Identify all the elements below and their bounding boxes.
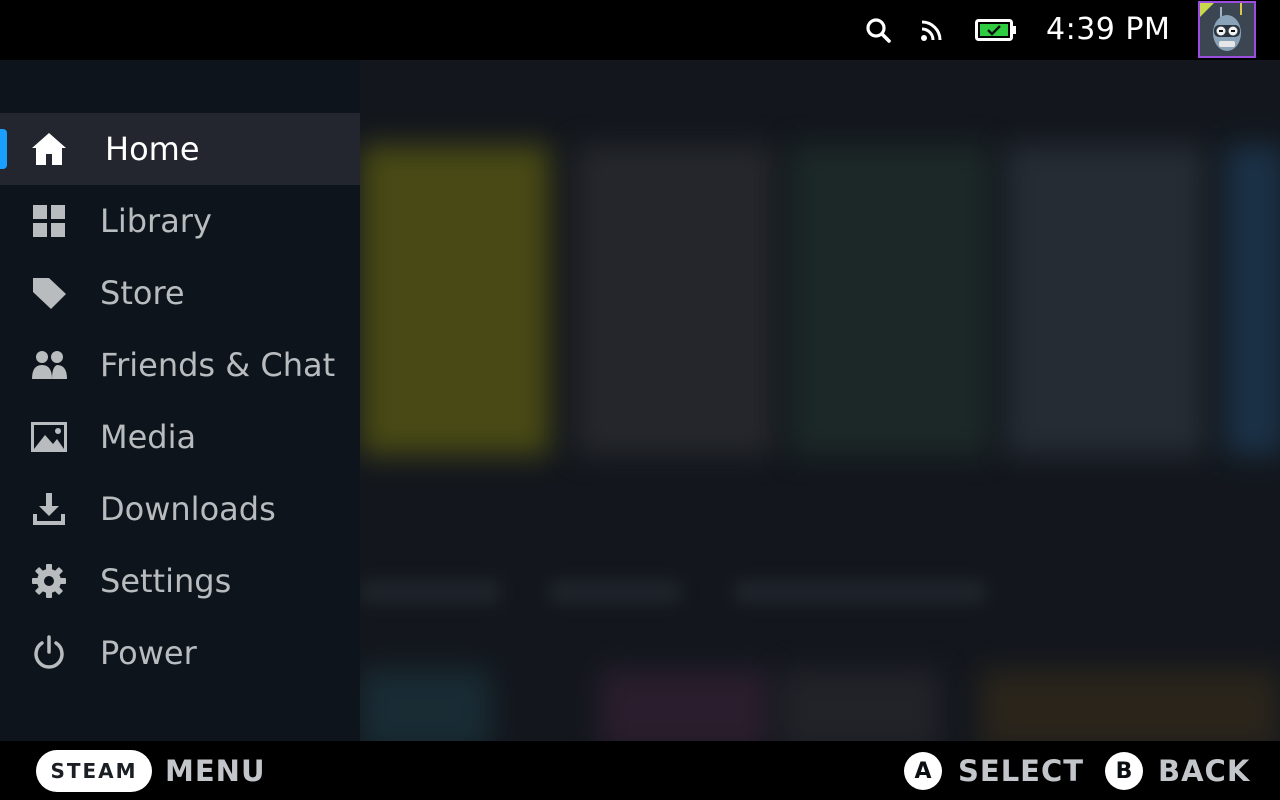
back-hint-label: BACK bbox=[1158, 754, 1251, 788]
a-button-icon[interactable]: A bbox=[904, 752, 942, 790]
menu-item-power[interactable]: Power bbox=[0, 617, 360, 689]
shelf-tab bbox=[360, 580, 500, 604]
cast-icon bbox=[916, 14, 948, 46]
shelf-card bbox=[600, 670, 770, 741]
menu-item-label: Power bbox=[100, 634, 197, 672]
menu-hint-label: MENU bbox=[165, 754, 266, 788]
button-hint-bar: STEAM MENU A SELECT B BACK bbox=[0, 741, 1280, 800]
steam-button[interactable]: STEAM bbox=[36, 750, 152, 792]
b-button-icon[interactable]: B bbox=[1105, 752, 1143, 790]
battery-charging-icon bbox=[974, 14, 1018, 46]
menu-item-label: Downloads bbox=[100, 490, 276, 528]
tag-icon bbox=[30, 275, 68, 311]
shelf-tab bbox=[735, 580, 985, 604]
search-icon[interactable] bbox=[862, 14, 894, 46]
home-icon bbox=[30, 131, 68, 167]
menu-item-store[interactable]: Store bbox=[0, 257, 360, 329]
gear-icon bbox=[30, 563, 68, 599]
menu-item-media[interactable]: Media bbox=[0, 401, 360, 473]
menu-item-friends-chat[interactable]: Friends & Chat bbox=[0, 329, 360, 401]
clock: 4:39 PM bbox=[1046, 12, 1171, 47]
friends-icon bbox=[30, 347, 68, 383]
main-menu-sidebar: Home Library Store Friends & Chat Media … bbox=[0, 60, 360, 741]
library-grid-icon bbox=[30, 203, 68, 239]
game-card bbox=[1225, 145, 1280, 455]
shelf-card bbox=[780, 670, 940, 741]
menu-item-label: Media bbox=[100, 418, 197, 456]
shelf-tab bbox=[550, 580, 680, 604]
menu-item-settings[interactable]: Settings bbox=[0, 545, 360, 617]
select-hint-label: SELECT bbox=[958, 754, 1085, 788]
image-icon bbox=[30, 419, 68, 455]
menu-item-label: Friends & Chat bbox=[100, 346, 336, 384]
menu-item-label: Home bbox=[105, 130, 200, 168]
menu-item-home[interactable]: Home bbox=[0, 113, 360, 185]
menu-item-downloads[interactable]: Downloads bbox=[0, 473, 360, 545]
game-card bbox=[575, 145, 775, 455]
game-card bbox=[1005, 145, 1205, 455]
game-card bbox=[790, 145, 990, 455]
menu-item-label: Settings bbox=[100, 562, 232, 600]
shelf-card bbox=[360, 670, 490, 741]
menu-item-label: Library bbox=[100, 202, 212, 240]
menu-item-library[interactable]: Library bbox=[0, 185, 360, 257]
status-bar: 4:39 PM bbox=[0, 0, 1280, 60]
selection-indicator bbox=[0, 129, 7, 169]
shelf-card bbox=[980, 670, 1280, 741]
download-icon bbox=[30, 491, 68, 527]
avatar[interactable] bbox=[1198, 1, 1256, 58]
menu-item-label: Store bbox=[100, 274, 185, 312]
power-icon bbox=[30, 635, 68, 671]
game-card bbox=[360, 145, 550, 455]
